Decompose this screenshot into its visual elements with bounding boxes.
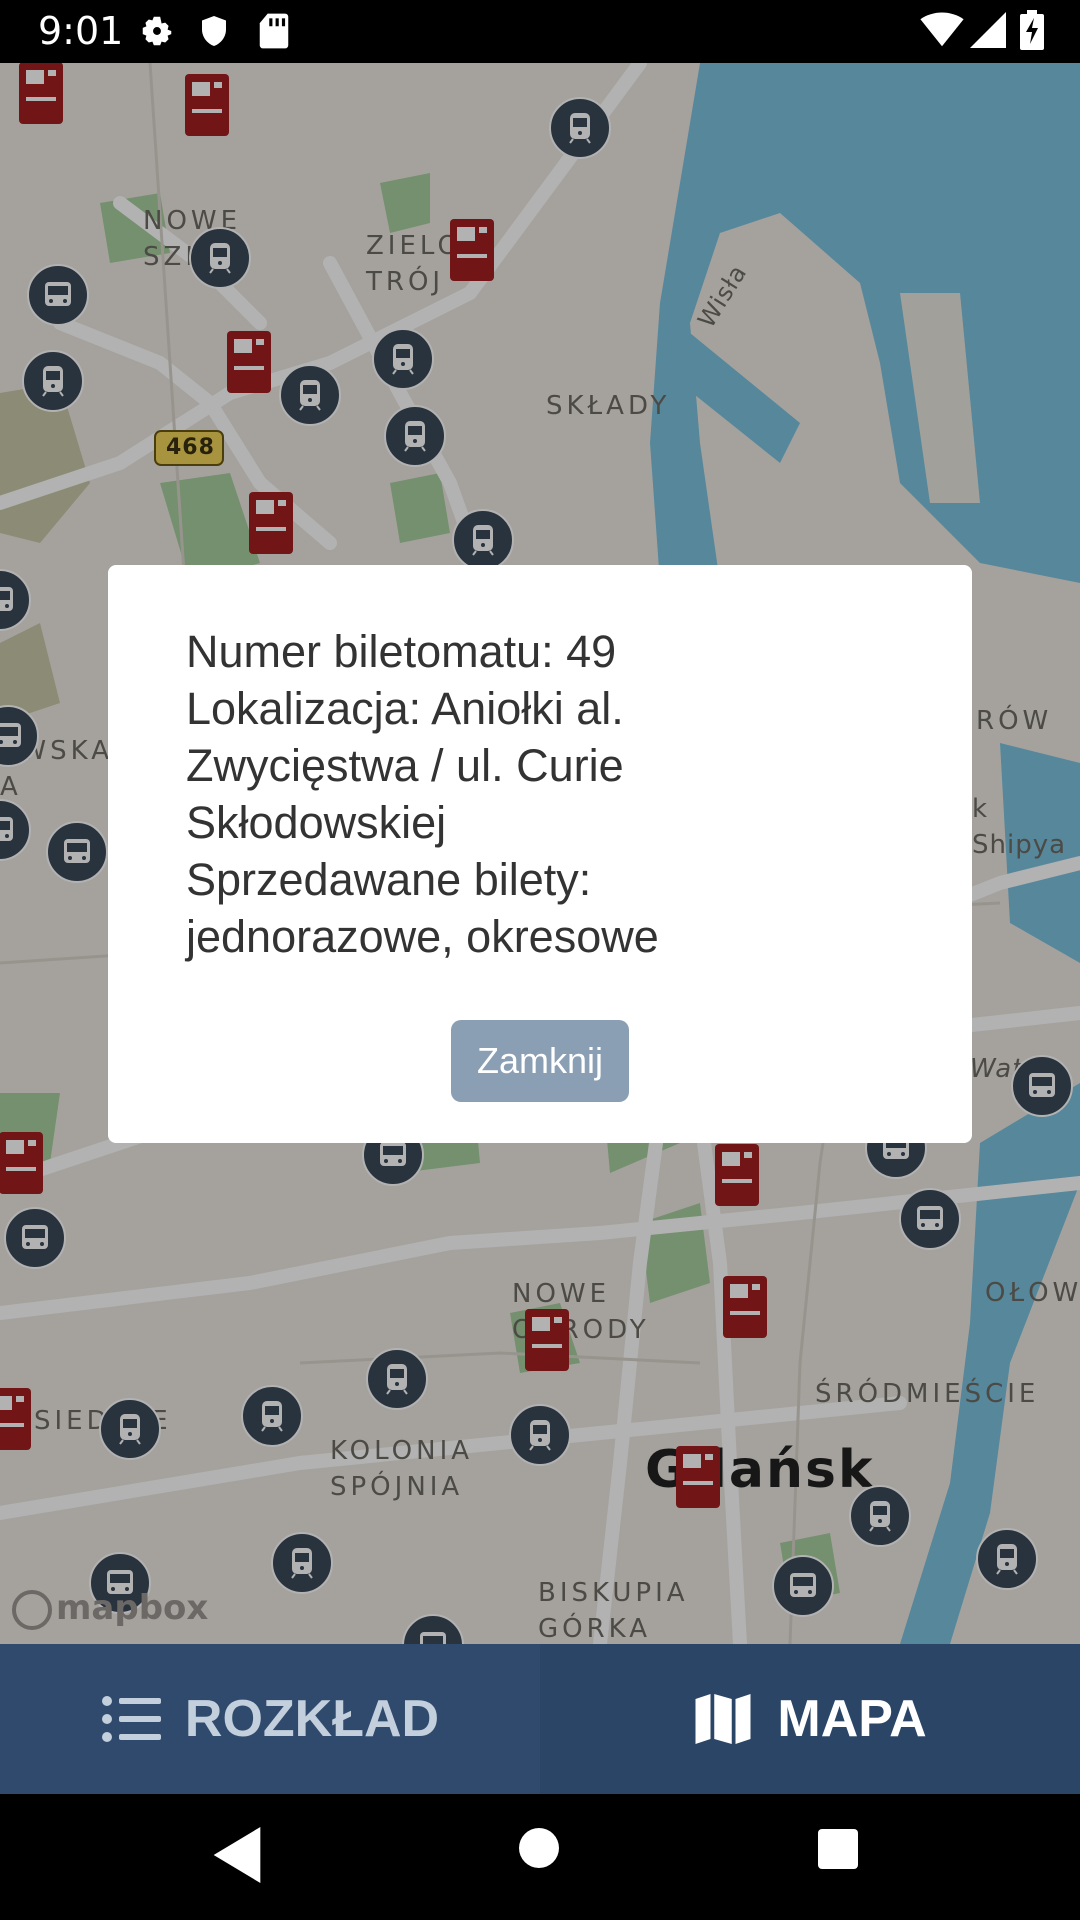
- gear-icon: [142, 16, 172, 46]
- back-icon[interactable]: [212, 1827, 262, 1883]
- dialog-content: Numer biletomatu: 49 Lokalizacja: Aniołk…: [186, 623, 906, 965]
- sd-card-icon: [259, 13, 289, 49]
- tab-mapa[interactable]: MAPA: [540, 1644, 1080, 1794]
- status-bar: 9:01: [0, 0, 1080, 63]
- recents-icon[interactable]: [818, 1829, 858, 1869]
- shield-icon: [202, 16, 226, 46]
- dialog-line-tickets-types: jednorazowe, okresowe: [186, 911, 659, 962]
- dialog-line-machine-number: Numer biletomatu: 49: [186, 626, 617, 677]
- status-time: 9:01: [38, 9, 124, 53]
- dialog-line-location-1: Lokalizacja: Aniołki al.: [186, 683, 624, 734]
- dialog-line-tickets-label: Sprzedawane bilety:: [186, 854, 592, 905]
- home-icon[interactable]: [519, 1828, 559, 1868]
- bottom-tab-bar: ROZKŁAD MAPA: [0, 1644, 1080, 1794]
- tab-mapa-label: MAPA: [777, 1690, 927, 1748]
- signal-icon: [970, 12, 1006, 48]
- close-button[interactable]: Zamknij: [451, 1020, 629, 1102]
- dialog-line-location-2: Zwycięstwa / ul. Curie: [186, 740, 624, 791]
- tab-rozklad[interactable]: ROZKŁAD: [0, 1644, 540, 1794]
- wifi-icon: [920, 12, 964, 47]
- dialog-line-location-3: Skłodowskiej: [186, 797, 447, 848]
- tab-rozklad-label: ROZKŁAD: [184, 1690, 440, 1748]
- ticket-machine-dialog: Numer biletomatu: 49 Lokalizacja: Aniołk…: [108, 565, 972, 1143]
- battery-icon: [1020, 10, 1044, 50]
- map-icon: [695, 1694, 751, 1744]
- list-icon: [101, 1696, 161, 1742]
- system-nav-bar: [0, 1794, 1080, 1920]
